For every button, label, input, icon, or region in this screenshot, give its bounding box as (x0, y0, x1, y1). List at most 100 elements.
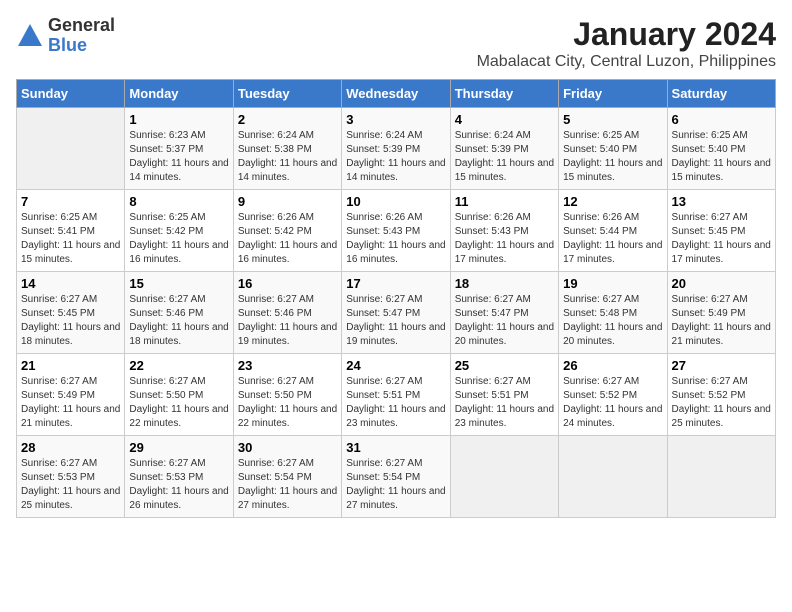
calendar-cell: 10 Sunrise: 6:26 AMSunset: 5:43 PMDayligh… (342, 190, 450, 272)
day-info: Sunrise: 6:27 AMSunset: 5:53 PMDaylight:… (21, 457, 120, 513)
day-info: Sunrise: 6:26 AMSunset: 5:42 PMDaylight:… (238, 211, 337, 267)
calendar-cell: 20 Sunrise: 6:27 AMSunset: 5:49 PMDayligh… (667, 272, 775, 354)
day-info: Sunrise: 6:24 AMSunset: 5:39 PMDaylight:… (346, 129, 445, 185)
day-number: 13 (672, 194, 771, 209)
logo: General Blue (16, 16, 115, 56)
header-monday: Monday (125, 80, 233, 108)
calendar-cell: 4Sunrise: 6:24 AMSunset: 5:39 PMDaylight… (450, 108, 558, 190)
calendar-cell (667, 436, 775, 518)
calendar-cell: 11 Sunrise: 6:26 AMSunset: 5:43 PMDayligh… (450, 190, 558, 272)
calendar-cell: 24 Sunrise: 6:27 AMSunset: 5:51 PMDayligh… (342, 354, 450, 436)
day-info: Sunrise: 6:27 AMSunset: 5:52 PMDaylight:… (672, 375, 771, 431)
calendar-cell: 22Sunrise: 6:27 AMSunset: 5:50 PMDayligh… (125, 354, 233, 436)
day-number: 26 (563, 358, 662, 373)
day-number: 2 (238, 112, 337, 127)
header-row: SundayMondayTuesdayWednesdayThursdayFrid… (17, 80, 776, 108)
header-wednesday: Wednesday (342, 80, 450, 108)
day-number: 10 (346, 194, 445, 209)
calendar-cell: 21Sunrise: 6:27 AMSunset: 5:49 PMDayligh… (17, 354, 125, 436)
week-row-4: 21Sunrise: 6:27 AMSunset: 5:49 PMDayligh… (17, 354, 776, 436)
day-number: 29 (129, 440, 228, 455)
logo-general: General (48, 16, 115, 36)
day-info: Sunrise: 6:25 AMSunset: 5:40 PMDaylight:… (563, 129, 662, 185)
calendar-cell: 9Sunrise: 6:26 AMSunset: 5:42 PMDaylight… (233, 190, 341, 272)
calendar-cell: 13 Sunrise: 6:27 AMSunset: 5:45 PMDayligh… (667, 190, 775, 272)
header-tuesday: Tuesday (233, 80, 341, 108)
day-number: 20 (672, 276, 771, 291)
calendar-cell: 8 Sunrise: 6:25 AMSunset: 5:42 PMDaylight… (125, 190, 233, 272)
day-number: 28 (21, 440, 120, 455)
logo-icon (16, 22, 44, 50)
header-sunday: Sunday (17, 80, 125, 108)
day-info: Sunrise: 6:27 AMSunset: 5:46 PMDaylight:… (129, 293, 228, 349)
day-number: 11 (455, 194, 554, 209)
title-section: January 2024 Mabalacat City, Central Luz… (477, 16, 776, 71)
calendar-cell: 2Sunrise: 6:24 AMSunset: 5:38 PMDaylight… (233, 108, 341, 190)
day-number: 1 (129, 112, 228, 127)
day-number: 14 (21, 276, 120, 291)
calendar-cell: 12 Sunrise: 6:26 AMSunset: 5:44 PMDayligh… (559, 190, 667, 272)
day-info: Sunrise: 6:27 AMSunset: 5:50 PMDaylight:… (129, 375, 228, 431)
day-info: Sunrise: 6:27 AMSunset: 5:51 PMDaylight:… (455, 375, 554, 431)
day-info: Sunrise: 6:27 AMSunset: 5:49 PMDaylight:… (672, 293, 771, 349)
day-number: 8 (129, 194, 228, 209)
day-info: Sunrise: 6:27 AMSunset: 5:46 PMDaylight:… (238, 293, 337, 349)
day-number: 30 (238, 440, 337, 455)
header-thursday: Thursday (450, 80, 558, 108)
day-number: 23 (238, 358, 337, 373)
day-number: 24 (346, 358, 445, 373)
day-info: Sunrise: 6:26 AMSunset: 5:44 PMDaylight:… (563, 211, 662, 267)
calendar-cell: 16 Sunrise: 6:27 AMSunset: 5:46 PMDayligh… (233, 272, 341, 354)
calendar-table: SundayMondayTuesdayWednesdayThursdayFrid… (16, 79, 776, 518)
day-number: 25 (455, 358, 554, 373)
logo-blue: Blue (48, 36, 115, 56)
calendar-cell: 25 Sunrise: 6:27 AMSunset: 5:51 PMDayligh… (450, 354, 558, 436)
day-info: Sunrise: 6:27 AMSunset: 5:47 PMDaylight:… (455, 293, 554, 349)
header-saturday: Saturday (667, 80, 775, 108)
calendar-cell (559, 436, 667, 518)
day-info: Sunrise: 6:27 AMSunset: 5:54 PMDaylight:… (346, 457, 445, 513)
day-info: Sunrise: 6:27 AMSunset: 5:53 PMDaylight:… (129, 457, 228, 513)
calendar-cell: 5Sunrise: 6:25 AMSunset: 5:40 PMDaylight… (559, 108, 667, 190)
day-info: Sunrise: 6:25 AMSunset: 5:40 PMDaylight:… (672, 129, 771, 185)
day-info: Sunrise: 6:27 AMSunset: 5:54 PMDaylight:… (238, 457, 337, 513)
calendar-cell: 26Sunrise: 6:27 AMSunset: 5:52 PMDayligh… (559, 354, 667, 436)
calendar-cell (17, 108, 125, 190)
calendar-cell: 19Sunrise: 6:27 AMSunset: 5:48 PMDayligh… (559, 272, 667, 354)
day-info: Sunrise: 6:26 AMSunset: 5:43 PMDaylight:… (346, 211, 445, 267)
calendar-cell: 30 Sunrise: 6:27 AMSunset: 5:54 PMDayligh… (233, 436, 341, 518)
week-row-1: 1Sunrise: 6:23 AMSunset: 5:37 PMDaylight… (17, 108, 776, 190)
day-info: Sunrise: 6:26 AMSunset: 5:43 PMDaylight:… (455, 211, 554, 267)
day-number: 31 (346, 440, 445, 455)
day-number: 7 (21, 194, 120, 209)
calendar-cell (450, 436, 558, 518)
day-number: 12 (563, 194, 662, 209)
day-info: Sunrise: 6:27 AMSunset: 5:50 PMDaylight:… (238, 375, 337, 431)
day-info: Sunrise: 6:27 AMSunset: 5:45 PMDaylight:… (672, 211, 771, 267)
calendar-cell: 1Sunrise: 6:23 AMSunset: 5:37 PMDaylight… (125, 108, 233, 190)
week-row-2: 7 Sunrise: 6:25 AMSunset: 5:41 PMDaylight… (17, 190, 776, 272)
day-info: Sunrise: 6:27 AMSunset: 5:48 PMDaylight:… (563, 293, 662, 349)
day-number: 4 (455, 112, 554, 127)
day-info: Sunrise: 6:27 AMSunset: 5:51 PMDaylight:… (346, 375, 445, 431)
day-info: Sunrise: 6:27 AMSunset: 5:47 PMDaylight:… (346, 293, 445, 349)
calendar-cell: 6Sunrise: 6:25 AMSunset: 5:40 PMDaylight… (667, 108, 775, 190)
calendar-cell: 27Sunrise: 6:27 AMSunset: 5:52 PMDayligh… (667, 354, 775, 436)
main-title: January 2024 (477, 16, 776, 53)
calendar-cell: 17 Sunrise: 6:27 AMSunset: 5:47 PMDayligh… (342, 272, 450, 354)
calendar-cell: 31 Sunrise: 6:27 AMSunset: 5:54 PMDayligh… (342, 436, 450, 518)
week-row-5: 28 Sunrise: 6:27 AMSunset: 5:53 PMDayligh… (17, 436, 776, 518)
calendar-cell: 28 Sunrise: 6:27 AMSunset: 5:53 PMDayligh… (17, 436, 125, 518)
calendar-cell: 7 Sunrise: 6:25 AMSunset: 5:41 PMDaylight… (17, 190, 125, 272)
calendar-cell: 18Sunrise: 6:27 AMSunset: 5:47 PMDayligh… (450, 272, 558, 354)
day-number: 16 (238, 276, 337, 291)
calendar-cell: 3Sunrise: 6:24 AMSunset: 5:39 PMDaylight… (342, 108, 450, 190)
calendar-cell: 15Sunrise: 6:27 AMSunset: 5:46 PMDayligh… (125, 272, 233, 354)
day-info: Sunrise: 6:25 AMSunset: 5:42 PMDaylight:… (129, 211, 228, 267)
calendar-cell: 29 Sunrise: 6:27 AMSunset: 5:53 PMDayligh… (125, 436, 233, 518)
day-info: Sunrise: 6:25 AMSunset: 5:41 PMDaylight:… (21, 211, 120, 267)
page-header: General Blue January 2024 Mabalacat City… (16, 16, 776, 71)
week-row-3: 14Sunrise: 6:27 AMSunset: 5:45 PMDayligh… (17, 272, 776, 354)
calendar-cell: 14Sunrise: 6:27 AMSunset: 5:45 PMDayligh… (17, 272, 125, 354)
day-number: 17 (346, 276, 445, 291)
